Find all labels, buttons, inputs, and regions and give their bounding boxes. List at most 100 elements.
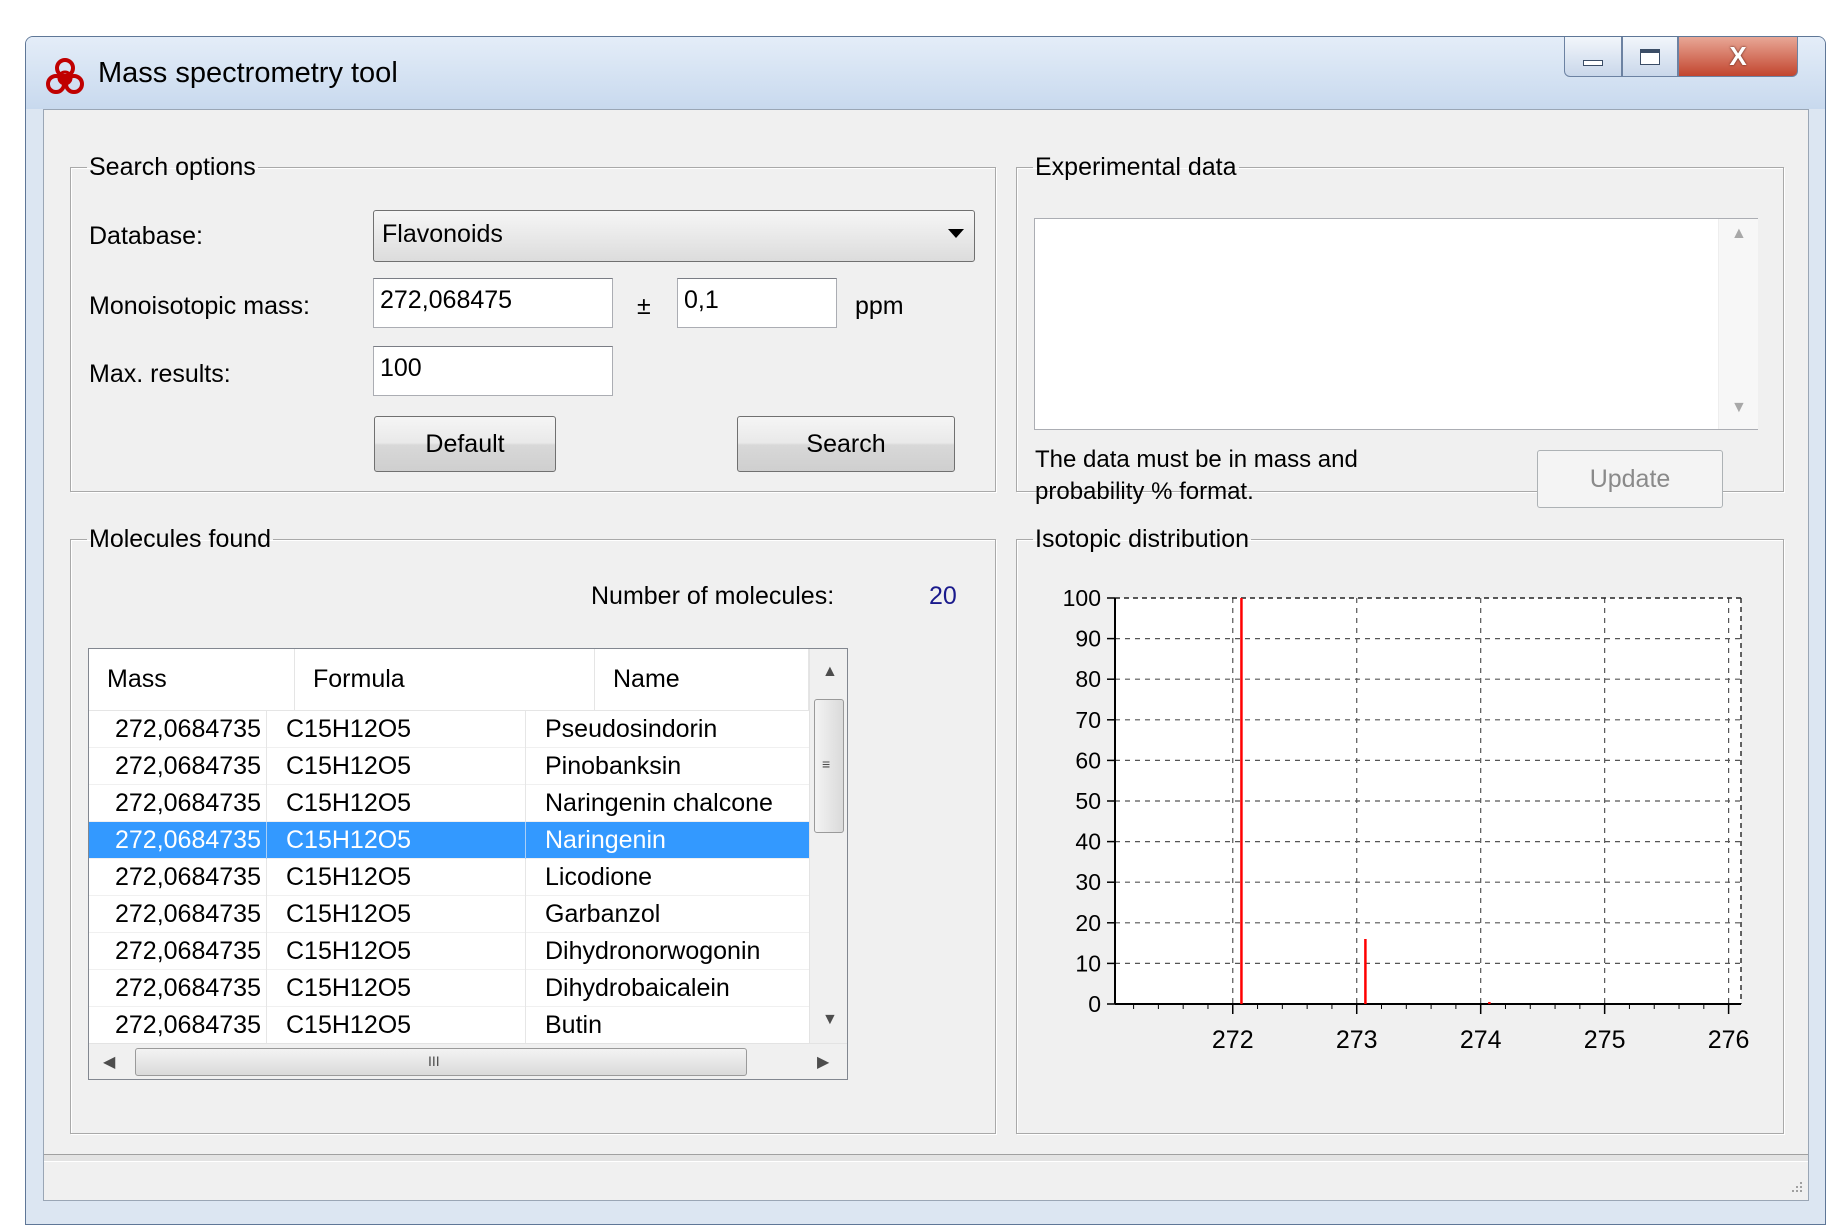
cell-formula: C15H12O5 — [286, 789, 412, 817]
table-row[interactable]: 272,0684735 C15H12O5 Dihydronorwogonin — [89, 933, 809, 970]
column-header-formula[interactable]: Formula — [295, 649, 595, 711]
scroll-down-icon[interactable]: ▼ — [822, 1011, 838, 1029]
column-header-mass[interactable]: Mass — [89, 649, 295, 711]
maximize-button[interactable] — [1622, 37, 1678, 77]
column-header-name[interactable]: Name — [595, 649, 809, 711]
list-rows: 272,0684735 C15H12O5 Pseudosindorin 272,068… — [89, 711, 809, 1044]
x-tick-label: 273 — [1336, 1026, 1378, 1054]
tolerance-input[interactable]: 0,1 — [677, 278, 837, 328]
mass-input[interactable]: 272,068475 — [373, 278, 613, 328]
cell-name: Naringenin chalcone — [545, 789, 773, 817]
table-row[interactable]: 272,0684735 C15H12O5 Pinobanksin — [89, 748, 809, 785]
molecules-listview[interactable]: Mass Formula Name 272,0684735 C15H12O5 Pse… — [88, 648, 848, 1080]
y-tick-label: 0 — [1088, 991, 1101, 1017]
status-divider — [44, 1154, 1808, 1162]
grip-icon: ≡ — [822, 756, 831, 772]
table-row[interactable]: 272,0684735 C15H12O5 Naringenin — [89, 822, 809, 859]
experimental-data-legend: Experimental data — [1035, 153, 1237, 181]
column-separator — [525, 785, 526, 822]
cell-formula: C15H12O5 — [286, 974, 412, 1002]
close-button[interactable]: X — [1678, 37, 1798, 77]
table-row[interactable]: 272,0684735 C15H12O5 Pseudosindorin — [89, 711, 809, 748]
default-button[interactable]: Default — [374, 416, 556, 472]
x-tick-label: 272 — [1212, 1026, 1254, 1054]
y-tick-label: 10 — [1075, 950, 1101, 976]
y-tick-label: 100 — [1063, 585, 1101, 611]
title-bar[interactable]: Mass spectrometry tool X — [26, 37, 1825, 109]
table-row[interactable]: 272,0684735 C15H12O5 Dihydrobaicalein — [89, 970, 809, 1007]
table-row[interactable]: 272,0684735 C15H12O5 Butin — [89, 1007, 809, 1044]
column-separator — [266, 859, 267, 896]
search-button[interactable]: Search — [737, 416, 955, 472]
scroll-left-icon[interactable]: ◀ — [103, 1052, 115, 1072]
cell-mass: 272,0684735 — [115, 1011, 261, 1039]
cell-formula: C15H12O5 — [286, 826, 412, 854]
scroll-right-icon[interactable]: ▶ — [817, 1052, 829, 1072]
x-tick-label: 274 — [1460, 1026, 1502, 1054]
window-title: Mass spectrometry tool — [98, 57, 398, 89]
column-separator — [525, 933, 526, 970]
mass-label: Monoisotopic mass: — [89, 292, 310, 320]
minimize-button[interactable] — [1564, 37, 1622, 77]
scroll-down-icon[interactable]: ▼ — [1731, 399, 1747, 417]
close-icon: X — [1729, 41, 1747, 71]
cell-formula: C15H12O5 — [286, 715, 412, 743]
y-tick-label: 50 — [1075, 788, 1101, 814]
app-window: Mass spectrometry tool X Search options … — [25, 36, 1826, 1225]
database-select[interactable]: Flavonoids — [373, 210, 975, 262]
molecules-found-group: Molecules found Number of molecules: 20 … — [70, 524, 996, 1134]
update-button[interactable]: Update — [1537, 450, 1723, 508]
database-label: Database: — [89, 222, 203, 250]
cell-name: Naringenin — [545, 826, 666, 854]
x-tick-label: 275 — [1584, 1026, 1626, 1054]
column-separator — [266, 785, 267, 822]
y-tick-label: 80 — [1075, 666, 1101, 692]
resize-grip-icon[interactable] — [1788, 1178, 1804, 1194]
experimental-data-hint: The data must be in mass and probability… — [1035, 446, 1358, 505]
y-tick-label: 60 — [1075, 747, 1101, 773]
x-tick-label: 276 — [1708, 1026, 1750, 1054]
list-vertical-scrollbar[interactable]: ▲ ≡ ▼ — [809, 649, 847, 1043]
cell-name: Licodione — [545, 863, 653, 891]
cell-formula: C15H12O5 — [286, 937, 412, 965]
column-separator — [266, 1007, 267, 1044]
cell-name: Dihydrobaicalein — [545, 974, 730, 1002]
experimental-data-textarea[interactable] — [1034, 218, 1758, 430]
molecules-found-legend: Molecules found — [89, 525, 272, 553]
experimental-data-scrollbar[interactable]: ▲ ▼ — [1718, 219, 1758, 429]
database-value: Flavonoids — [382, 220, 503, 248]
column-separator — [266, 970, 267, 1007]
y-tick-label: 20 — [1075, 910, 1101, 936]
chevron-down-icon — [948, 229, 964, 238]
plus-minus-sign: ± — [637, 292, 651, 320]
cell-mass: 272,0684735 — [115, 826, 261, 854]
table-row[interactable]: 272,0684735 C15H12O5 Licodione — [89, 859, 809, 896]
column-separator — [266, 748, 267, 785]
molecule-count-value: 20 — [929, 582, 957, 610]
scroll-up-icon[interactable]: ▲ — [822, 663, 838, 681]
column-separator — [525, 711, 526, 748]
horizontal-scroll-thumb[interactable]: III — [135, 1048, 747, 1076]
maximize-icon — [1640, 48, 1660, 65]
cell-mass: 272,0684735 — [115, 752, 261, 780]
list-horizontal-scrollbar[interactable]: ◀ III ▶ — [89, 1043, 847, 1079]
minimize-icon — [1583, 59, 1603, 66]
column-separator — [525, 859, 526, 896]
molecule-count-label: Number of molecules: — [591, 582, 835, 610]
max-results-input[interactable]: 100 — [373, 346, 613, 396]
y-tick-label: 30 — [1075, 869, 1101, 895]
cell-name: Pinobanksin — [545, 752, 682, 780]
cell-formula: C15H12O5 — [286, 900, 412, 928]
table-row[interactable]: 272,0684735 C15H12O5 Garbanzol — [89, 896, 809, 933]
column-separator — [525, 822, 526, 859]
cell-mass: 272,0684735 — [115, 900, 261, 928]
vertical-scroll-thumb[interactable]: ≡ — [814, 699, 844, 833]
cell-formula: C15H12O5 — [286, 863, 412, 891]
cell-mass: 272,0684735 — [115, 863, 261, 891]
y-tick-label: 90 — [1075, 626, 1101, 652]
table-row[interactable]: 272,0684735 C15H12O5 Naringenin chalcone — [89, 785, 809, 822]
max-results-label: Max. results: — [89, 360, 231, 388]
scroll-up-icon[interactable]: ▲ — [1731, 225, 1747, 243]
cell-name: Dihydronorwogonin — [545, 937, 761, 965]
cell-mass: 272,0684735 — [115, 789, 261, 817]
